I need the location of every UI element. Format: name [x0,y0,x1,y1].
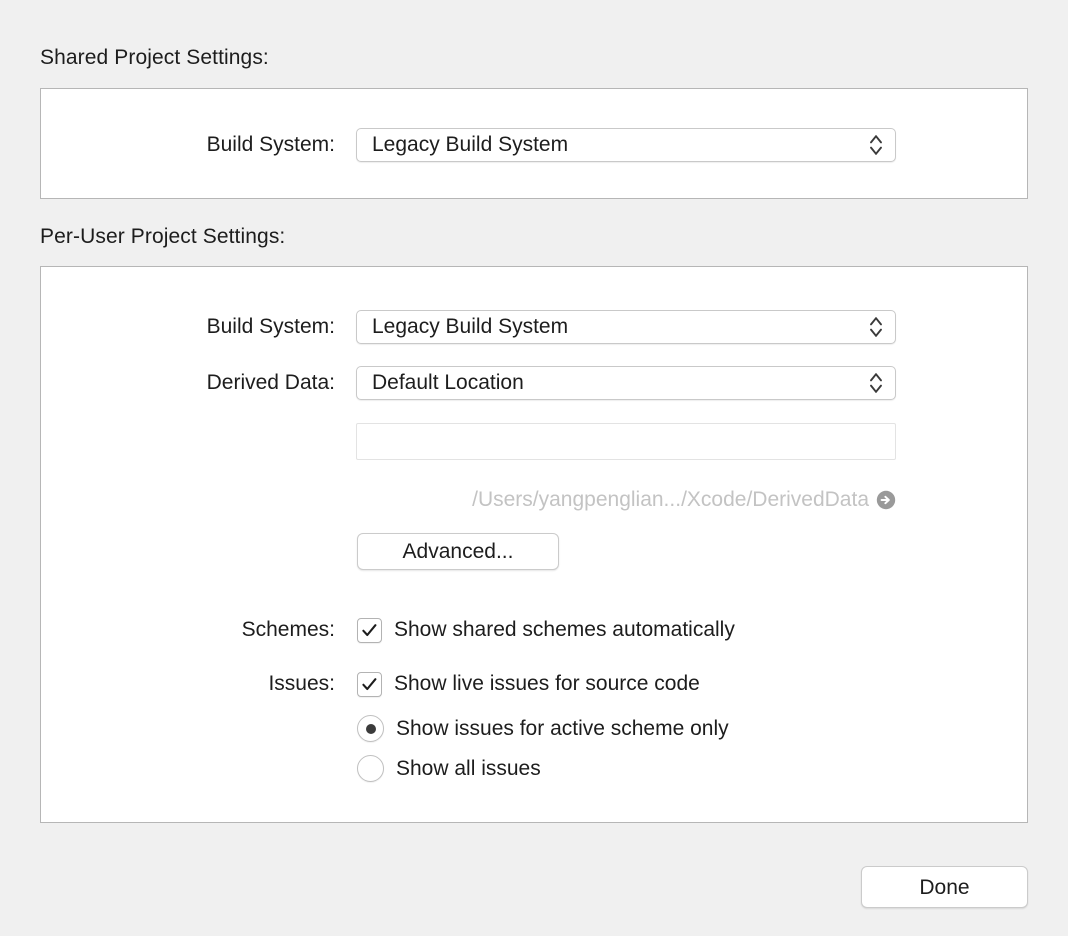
chevron-up-down-icon [869,315,883,339]
derived-data-resolved-path: /Users/yangpenglian.../Xcode/DerivedData [472,488,869,511]
per-user-build-system-select[interactable]: Legacy Build System [356,310,896,344]
done-button[interactable]: Done [861,866,1028,908]
per-user-project-settings-heading: Per-User Project Settings: [40,225,286,248]
radio-all-issues[interactable] [357,755,384,782]
shared-build-system-label: Build System: [206,133,335,156]
schemes-row: Schemes: Show shared schemes automatical… [219,617,735,643]
checkmark-icon [362,677,377,690]
issues-row: Issues: Show live issues for source code [249,671,700,697]
radio-all-issues-label: Show all issues [396,756,541,780]
issue-scope-radio-active-scheme[interactable]: Show issues for active scheme only [357,715,729,742]
shared-project-settings-heading: Shared Project Settings: [40,46,269,69]
show-shared-schemes-checkbox[interactable] [357,617,382,643]
advanced-button[interactable]: Advanced... [357,533,559,570]
issues-label: Issues: [268,672,335,695]
show-shared-schemes-checkbox-row[interactable]: Show shared schemes automatically [357,617,735,643]
derived-data-location-select[interactable]: Default Location [356,366,896,400]
show-live-issues-label: Show live issues for source code [394,672,700,695]
show-live-issues-checkbox-row[interactable]: Show live issues for source code [357,671,700,697]
chevron-up-down-icon [869,371,883,395]
per-user-build-system-value: Legacy Build System [372,315,569,338]
schemes-label: Schemes: [241,618,335,641]
show-shared-schemes-label: Show shared schemes automatically [394,618,735,641]
per-user-build-system-row: Build System: Legacy Build System [170,310,896,344]
issue-scope-radio-all-issues[interactable]: Show all issues [357,755,541,782]
derived-data-resolved-path-row: /Users/yangpenglian.../Xcode/DerivedData [356,487,896,512]
project-settings-panel: Shared Project Settings: Build System: L… [0,0,1068,936]
per-user-build-system-label: Build System: [206,315,335,338]
arrow-right-circle-icon[interactable] [876,490,896,510]
radio-active-scheme-only-label: Show issues for active scheme only [396,716,729,740]
shared-build-system-value: Legacy Build System [372,133,569,156]
radio-active-scheme-only[interactable] [357,715,384,742]
derived-data-path-input[interactable] [356,423,896,460]
derived-data-label: Derived Data: [206,371,335,394]
show-live-issues-checkbox[interactable] [357,671,382,697]
derived-data-location-value: Default Location [372,371,524,394]
checkmark-icon [362,623,377,636]
chevron-up-down-icon [869,133,883,157]
shared-build-system-row: Build System: Legacy Build System [174,128,896,162]
derived-data-row: Derived Data: Default Location [170,366,896,400]
shared-build-system-select[interactable]: Legacy Build System [356,128,896,162]
